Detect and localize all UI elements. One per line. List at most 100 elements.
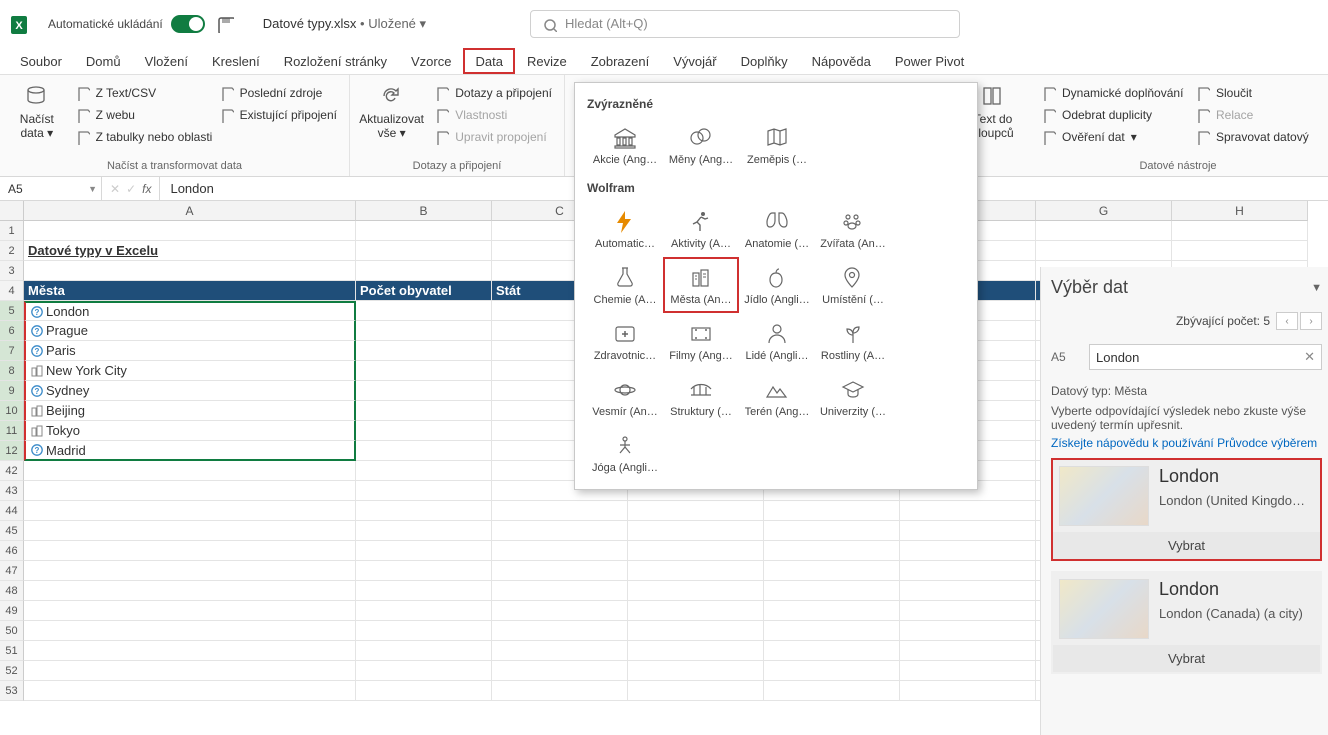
cell[interactable] <box>24 581 356 601</box>
cell[interactable] <box>764 681 900 701</box>
row-head-50[interactable]: 50 <box>0 621 24 641</box>
tab-nápověda[interactable]: Nápověda <box>800 48 883 74</box>
cell[interactable] <box>492 541 628 561</box>
autosave-toggle[interactable] <box>171 15 205 33</box>
cell[interactable] <box>24 221 356 241</box>
cell[interactable] <box>1036 221 1172 241</box>
row-head-42[interactable]: 42 <box>0 461 24 481</box>
datatype-peak[interactable]: Terén (Ang… <box>739 369 815 425</box>
cell[interactable] <box>764 501 900 521</box>
cell[interactable] <box>356 581 492 601</box>
data-validation-button[interactable]: Ověření dat ▾ <box>1036 127 1186 147</box>
row-head-44[interactable]: 44 <box>0 501 24 521</box>
row-head-53[interactable]: 53 <box>0 681 24 701</box>
cell[interactable] <box>764 601 900 621</box>
cell[interactable] <box>628 661 764 681</box>
filename[interactable]: Datové typy.xlsx • Uložené ▾ <box>263 16 426 32</box>
cell[interactable] <box>24 261 356 281</box>
col-head-H[interactable]: H <box>1172 201 1308 221</box>
panel-dropdown-icon[interactable]: ▼ <box>1311 282 1322 294</box>
from-table-button[interactable]: Z tabulky nebo oblasti <box>70 127 210 147</box>
cell[interactable] <box>628 501 764 521</box>
tab-doplňky[interactable]: Doplňky <box>729 48 800 74</box>
cell-city[interactable]: Prague <box>24 321 356 341</box>
result-card[interactable]: LondonLondon (United Kingdo…Vybrat <box>1051 458 1322 561</box>
tab-data[interactable]: Data <box>463 48 514 74</box>
cell[interactable] <box>24 541 356 561</box>
cell[interactable] <box>628 621 764 641</box>
recent-sources-button[interactable]: Poslední zdroje <box>214 83 341 103</box>
datatype-person[interactable]: Lidé (Angli… <box>739 313 815 369</box>
cell[interactable] <box>356 381 492 401</box>
save-icon[interactable] <box>215 14 235 34</box>
row-head-7[interactable]: 7 <box>0 341 24 361</box>
cell[interactable] <box>24 681 356 701</box>
datatype-grad[interactable]: Univerzity (… <box>815 369 891 425</box>
datatype-bank[interactable]: Akcie (Ang… <box>587 117 663 173</box>
cell[interactable] <box>24 481 356 501</box>
cell[interactable] <box>24 501 356 521</box>
cell[interactable] <box>24 641 356 661</box>
get-data-button[interactable]: Načíst data ▾ <box>8 79 66 141</box>
row-head-49[interactable]: 49 <box>0 601 24 621</box>
datatype-space[interactable]: Vesmír (An… <box>587 369 663 425</box>
row-head-43[interactable]: 43 <box>0 481 24 501</box>
cell[interactable]: Města <box>24 281 356 301</box>
datatype-lungs[interactable]: Anatomie (… <box>739 201 815 257</box>
tab-vývojář[interactable]: Vývojář <box>661 48 728 74</box>
cell[interactable] <box>492 661 628 681</box>
panel-help-link[interactable]: Získejte nápovědu k používání Průvodce v… <box>1051 436 1322 450</box>
cancel-icon[interactable]: ✕ <box>110 182 120 196</box>
cell[interactable] <box>628 641 764 661</box>
flash-fill-button[interactable]: Dynamické doplňování <box>1036 83 1186 103</box>
cell[interactable] <box>24 461 356 481</box>
cell-city[interactable]: Sydney <box>24 381 356 401</box>
datatype-flask[interactable]: Chemie (A… <box>587 257 663 313</box>
datatype-coins[interactable]: Měny (Ang… <box>663 117 739 173</box>
row-head-11[interactable]: 11 <box>0 421 24 441</box>
cell[interactable] <box>492 561 628 581</box>
panel-cell-value-input[interactable]: London✕ <box>1089 344 1322 370</box>
cell[interactable] <box>356 681 492 701</box>
result-card[interactable]: LondonLondon (Canada) (a city)Vybrat <box>1051 571 1322 674</box>
cell[interactable] <box>764 661 900 681</box>
row-head-51[interactable]: 51 <box>0 641 24 661</box>
remove-dup-button[interactable]: Odebrat duplicity <box>1036 105 1186 125</box>
cell[interactable] <box>764 641 900 661</box>
cell[interactable]: Datové typy v Excelu <box>24 241 356 261</box>
fx-icon[interactable]: fx <box>142 182 151 196</box>
col-head-A[interactable]: A <box>24 201 356 221</box>
cell[interactable] <box>900 561 1036 581</box>
cell[interactable] <box>24 621 356 641</box>
consolidate-button[interactable]: Sloučit <box>1190 83 1320 103</box>
datatype-apple[interactable]: Jídlo (Angli… <box>739 257 815 313</box>
cell[interactable] <box>24 601 356 621</box>
cell[interactable] <box>492 621 628 641</box>
manage-model-button[interactable]: Spravovat datový <box>1190 127 1320 147</box>
row-head-52[interactable]: 52 <box>0 661 24 681</box>
cell[interactable] <box>900 521 1036 541</box>
properties-button[interactable]: Vlastnosti <box>429 105 556 125</box>
cell[interactable] <box>492 681 628 701</box>
cell-city[interactable]: New York City <box>24 361 356 381</box>
row-head-10[interactable]: 10 <box>0 401 24 421</box>
cell[interactable] <box>356 221 492 241</box>
cell[interactable] <box>24 661 356 681</box>
row-head-8[interactable]: 8 <box>0 361 24 381</box>
cell[interactable] <box>492 501 628 521</box>
from-web-button[interactable]: Z webu <box>70 105 210 125</box>
cell[interactable] <box>628 681 764 701</box>
datatype-plant[interactable]: Rostliny (A… <box>815 313 891 369</box>
cell[interactable] <box>356 501 492 521</box>
tab-soubor[interactable]: Soubor <box>8 48 74 74</box>
cell[interactable]: Počet obyvatel <box>356 281 492 301</box>
datatype-run[interactable]: Aktivity (A… <box>663 201 739 257</box>
tab-power-pivot[interactable]: Power Pivot <box>883 48 976 74</box>
cell[interactable] <box>356 301 492 321</box>
cell[interactable] <box>900 681 1036 701</box>
cell[interactable] <box>492 601 628 621</box>
row-head-47[interactable]: 47 <box>0 561 24 581</box>
row-head-3[interactable]: 3 <box>0 261 24 281</box>
cell[interactable] <box>492 521 628 541</box>
cell[interactable] <box>628 561 764 581</box>
